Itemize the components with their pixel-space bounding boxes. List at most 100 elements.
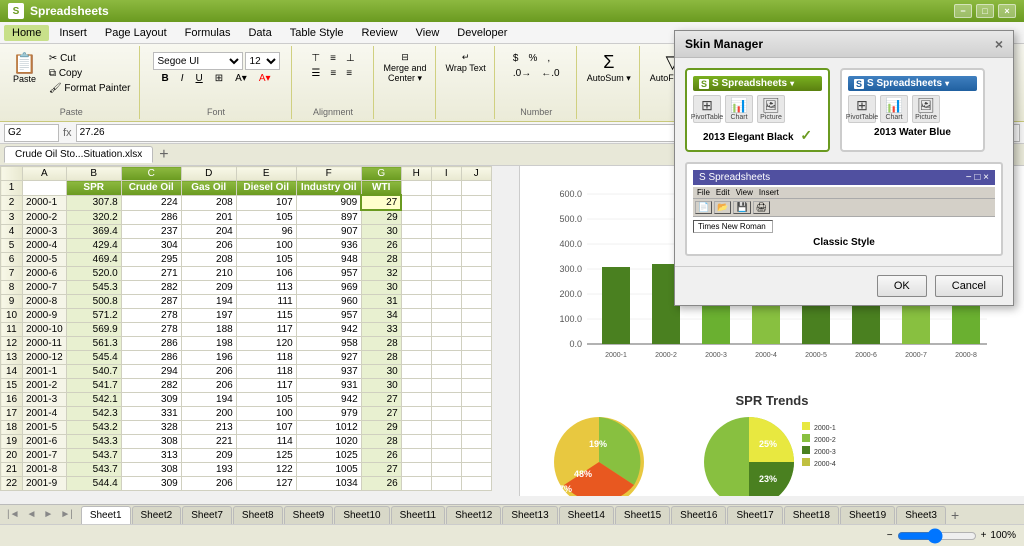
cell-j9[interactable] [461,295,491,309]
cell-i1[interactable] [431,181,461,196]
file-tab-crude-oil[interactable]: Crude Oil Sto...Situation.xlsx [4,146,153,163]
cell-g19[interactable]: 28 [361,435,401,449]
cell-b17[interactable]: 542.3 [66,407,121,421]
cell-e21[interactable]: 122 [236,463,296,477]
cell-b13[interactable]: 545.4 [66,351,121,365]
cell-g17[interactable]: 27 [361,407,401,421]
cell-f15[interactable]: 931 [296,379,361,393]
cell-h11[interactable] [401,323,431,337]
cell-h3[interactable] [401,210,431,225]
cell-e18[interactable]: 107 [236,421,296,435]
cell-i3[interactable] [431,210,461,225]
cell-b6[interactable]: 469.4 [66,253,121,267]
cell-a15[interactable]: 2001-2 [23,379,67,393]
close-button[interactable]: × [998,4,1016,18]
cell-a21[interactable]: 2001-8 [23,463,67,477]
skin-option-classic[interactable]: S Spreadsheets − □ × File Edit View Inse… [685,162,1003,256]
cell-g22[interactable]: 26 [361,477,401,491]
cell-c12[interactable]: 286 [121,337,181,351]
cell-c4[interactable]: 237 [121,225,181,239]
align-top-button[interactable]: ⊤ [307,52,324,65]
cell-h17[interactable] [401,407,431,421]
cell-d13[interactable]: 196 [181,351,236,365]
cell-j11[interactable] [461,323,491,337]
cell-c20[interactable]: 313 [121,449,181,463]
cell-e19[interactable]: 114 [236,435,296,449]
cell-b12[interactable]: 561.3 [66,337,121,351]
cell-i13[interactable] [431,351,461,365]
cell-e10[interactable]: 115 [236,309,296,323]
cell-i7[interactable] [431,267,461,281]
cell-d5[interactable]: 206 [181,239,236,253]
cell-f13[interactable]: 927 [296,351,361,365]
cell-c15[interactable]: 282 [121,379,181,393]
cell-j22[interactable] [461,477,491,491]
font-selector[interactable]: Segoe UI [153,52,243,70]
menu-home[interactable]: Home [4,25,49,41]
cell-h18[interactable] [401,421,431,435]
cell-a18[interactable]: 2001-5 [23,421,67,435]
cell-d14[interactable]: 206 [181,365,236,379]
cell-j18[interactable] [461,421,491,435]
cell-c11[interactable]: 278 [121,323,181,337]
cell-i19[interactable] [431,435,461,449]
cell-c5[interactable]: 304 [121,239,181,253]
sheet-nav-prev[interactable]: ◄ [24,509,40,520]
cell-c6[interactable]: 295 [121,253,181,267]
cell-a17[interactable]: 2001-4 [23,407,67,421]
comma-button[interactable]: , [543,52,554,65]
menu-developer[interactable]: Developer [449,25,515,41]
cell-j4[interactable] [461,225,491,239]
cell-b7[interactable]: 520.0 [66,267,121,281]
cell-j7[interactable] [461,267,491,281]
sheet-tab-sheet18[interactable]: Sheet18 [784,506,839,524]
cell-e13[interactable]: 118 [236,351,296,365]
cell-h10[interactable] [401,309,431,323]
cell-a9[interactable]: 2000-8 [23,295,67,309]
cell-j6[interactable] [461,253,491,267]
cell-c17[interactable]: 331 [121,407,181,421]
cell-d1[interactable]: Gas Oil [181,181,236,196]
cell-g6[interactable]: 28 [361,253,401,267]
cell-f8[interactable]: 969 [296,281,361,295]
cell-i8[interactable] [431,281,461,295]
cell-b19[interactable]: 543.3 [66,435,121,449]
cell-f5[interactable]: 936 [296,239,361,253]
cell-e20[interactable]: 125 [236,449,296,463]
cell-d22[interactable]: 206 [181,477,236,491]
sheet-nav-next[interactable]: ► [40,509,56,520]
cell-j5[interactable] [461,239,491,253]
cell-i12[interactable] [431,337,461,351]
cell-g18[interactable]: 29 [361,421,401,435]
cell-b21[interactable]: 543.7 [66,463,121,477]
cell-d20[interactable]: 209 [181,449,236,463]
zoom-out-button[interactable]: − [887,530,893,541]
cell-h7[interactable] [401,267,431,281]
cell-a20[interactable]: 2001-7 [23,449,67,463]
align-left-button[interactable]: ☰ [307,67,324,80]
merge-center-button[interactable]: ⊟ Merge and Center ▾ [380,48,431,86]
cell-e9[interactable]: 111 [236,295,296,309]
cell-a3[interactable]: 2000-2 [23,210,67,225]
cell-i14[interactable] [431,365,461,379]
cell-b1[interactable]: SPR [66,181,121,196]
add-sheet-button[interactable]: + [951,507,959,523]
format-painter-button[interactable]: 🖌 Format Painter [45,82,135,95]
font-color-button[interactable]: A▾ [255,72,275,85]
cell-e1[interactable]: Diesel Oil [236,181,296,196]
cell-f22[interactable]: 1034 [296,477,361,491]
cell-j3[interactable] [461,210,491,225]
cell-g11[interactable]: 33 [361,323,401,337]
sheet-tab-sheet1[interactable]: Sheet1 [81,506,131,524]
cell-h13[interactable] [401,351,431,365]
cell-c18[interactable]: 328 [121,421,181,435]
cell-f12[interactable]: 958 [296,337,361,351]
cell-g13[interactable]: 28 [361,351,401,365]
copy-button[interactable]: ⧉ Copy [45,67,135,80]
cell-g14[interactable]: 30 [361,365,401,379]
cell-i11[interactable] [431,323,461,337]
cell-d19[interactable]: 221 [181,435,236,449]
cell-i15[interactable] [431,379,461,393]
cell-h1[interactable] [401,181,431,196]
cell-c13[interactable]: 286 [121,351,181,365]
